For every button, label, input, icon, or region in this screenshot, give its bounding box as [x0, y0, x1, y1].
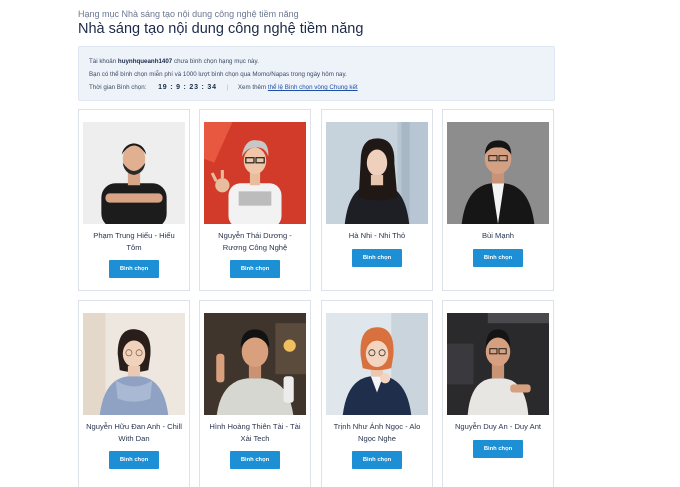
account-status-line: Tài khoản huynhqueanh1407 chưa bình chọn… [89, 55, 544, 68]
nominee-card: Hà Nhi - Nhi Thỏ Bình chọn [321, 109, 433, 291]
nominee-card: Nguyễn Thái Dương - Rương Công Nghệ Bình… [199, 109, 311, 291]
nominee-photo[interactable] [326, 313, 428, 415]
nominee-name: Hình Hoàng Thiên Tài - Tài Xài Tech [209, 422, 301, 443]
vote-button[interactable]: Bình chọn [473, 439, 523, 458]
rules-prefix: Xem thêm [237, 84, 267, 91]
vote-countdown: 19 : 9 : 23 : 34 [158, 84, 217, 91]
account-prefix: Tài khoản [89, 58, 117, 65]
page-title: Nhà sáng tạo nội dung công nghệ tiềm năn… [78, 21, 364, 37]
vote-button[interactable]: Bình chọn [109, 260, 159, 278]
nominee-name: Nguyễn Hữu Đan Anh - Chill With Dan [86, 422, 182, 443]
nominee-card: Nguyễn Hữu Đan Anh - Chill With Dan Bình… [78, 300, 190, 487]
nominee-card: Trịnh Như Ánh Ngọc - Alo Ngọc Nghe Bình … [321, 300, 433, 487]
breadcrumb[interactable]: Hạng mục Nhà sáng tạo nội dung công nghệ… [78, 9, 299, 19]
nominee-photo[interactable] [326, 122, 428, 224]
nominee-name: Nguyễn Duy An - Duy Ant [454, 422, 542, 431]
vote-button[interactable]: Bình chọn [473, 248, 523, 267]
nominee-card: Bùi Mạnh Bình chọn [442, 109, 554, 291]
nominee-photo[interactable] [204, 313, 306, 415]
account-username: huynhqueanh1407 [117, 58, 173, 65]
vote-button[interactable]: Bình chọn [230, 260, 280, 278]
nominee-card: Nguyễn Duy An - Duy Ant Bình chọn [442, 300, 554, 487]
nominee-photo[interactable] [83, 122, 185, 224]
nominee-grid: Phạm Trung Hiếu - Hiếu Tôm Bình chọn Ngu… [78, 109, 556, 487]
vote-button[interactable]: Bình chọn [352, 451, 402, 469]
nominee-name: Trịnh Như Ánh Ngọc - Alo Ngọc Nghe [333, 422, 421, 443]
vote-button[interactable]: Bình chọn [352, 248, 402, 267]
vote-button[interactable]: Bình chọn [230, 451, 280, 469]
vote-info-box: Tài khoản huynhqueanh1407 chưa bình chọn… [78, 46, 555, 101]
nominee-name: Bùi Mạnh [481, 231, 515, 240]
nominee-name: Nguyễn Thái Dương - Rương Công Nghệ [218, 231, 292, 252]
nominee-card: Phạm Trung Hiếu - Hiếu Tôm Bình chọn [78, 109, 190, 291]
nominee-name: Hà Nhi - Nhi Thỏ [348, 231, 406, 240]
account-suffix: chưa bình chọn hạng mục này. [173, 58, 259, 65]
final-round-rules-link[interactable]: thể lệ Bình chọn vòng Chung kết [268, 84, 358, 91]
nominee-photo[interactable] [447, 122, 549, 224]
nominee-card: Hình Hoàng Thiên Tài - Tài Xài Tech Bình… [199, 300, 311, 487]
divider: | [226, 84, 229, 91]
vote-allowance-text: Bạn có thể bình chọn miễn phí và 1000 lư… [89, 71, 347, 78]
nominee-photo[interactable] [447, 313, 549, 415]
nominee-name: Phạm Trung Hiếu - Hiếu Tôm [93, 231, 175, 252]
nominee-photo[interactable] [204, 122, 306, 224]
vote-time-line: Thời gian Bình chọn: 19 : 9 : 23 : 34 | … [89, 81, 544, 94]
vote-button[interactable]: Bình chọn [109, 451, 159, 469]
nominee-photo[interactable] [83, 313, 185, 415]
vote-time-label: Thời gian Bình chọn: [89, 84, 147, 91]
